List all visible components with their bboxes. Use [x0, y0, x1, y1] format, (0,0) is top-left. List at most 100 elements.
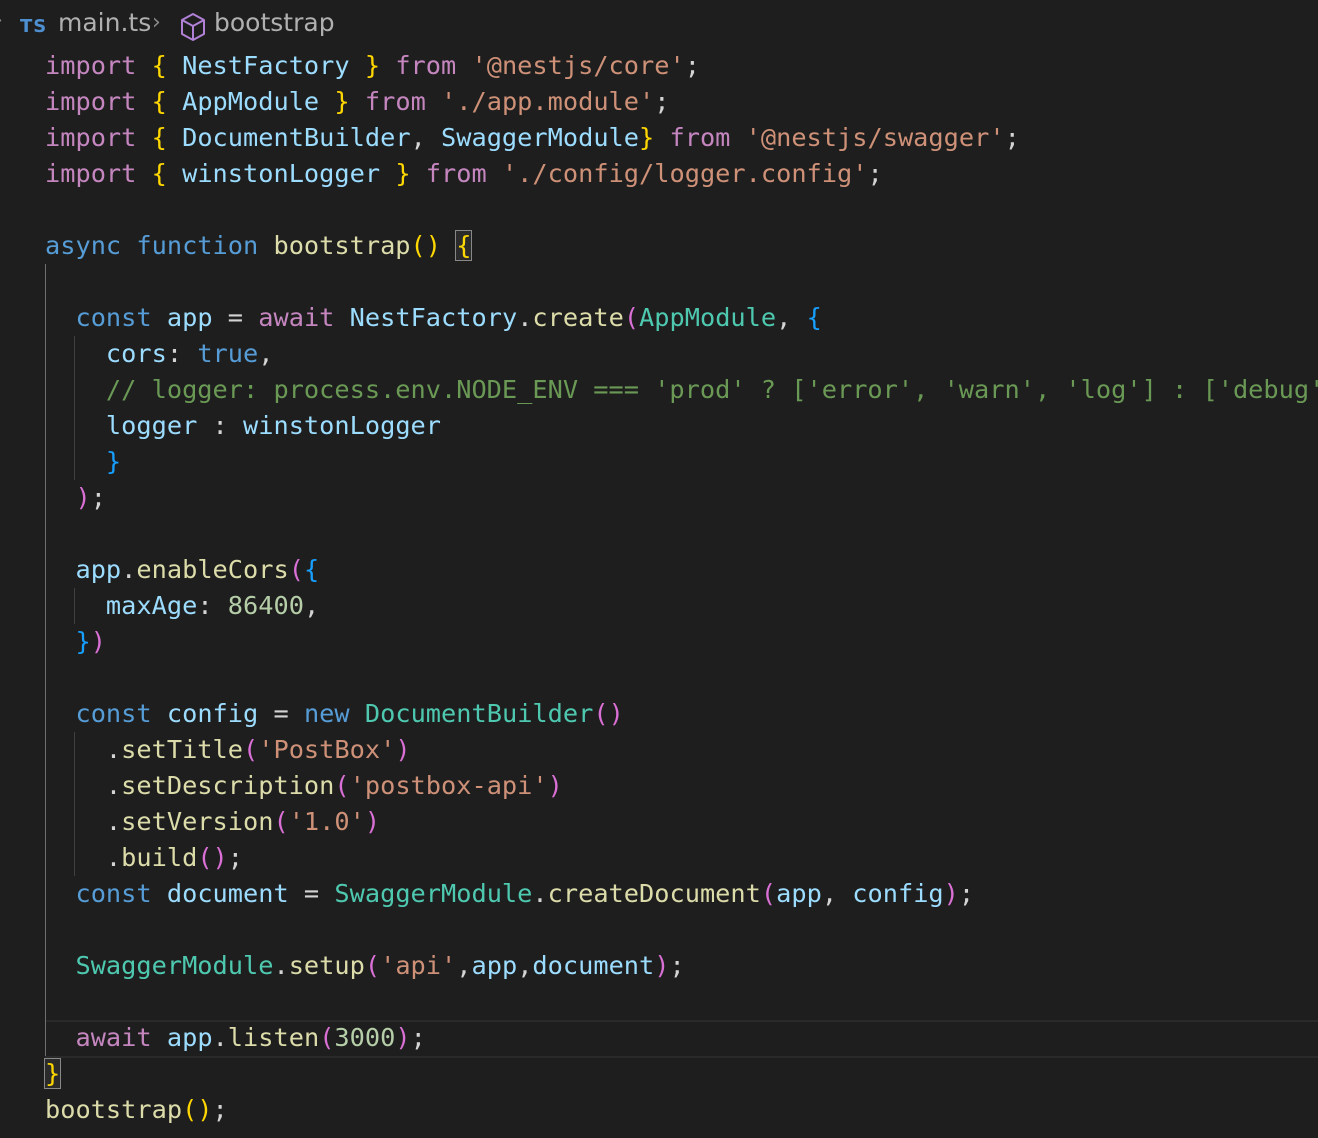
code-token: ( [243, 735, 259, 764]
code-line[interactable] [45, 984, 1318, 1020]
code-token: ( [364, 951, 381, 980]
code-token: NestFactory [182, 51, 350, 80]
code-line[interactable]: app.enableCors({ [45, 552, 1318, 588]
code-token: 'postbox-api' [349, 771, 548, 800]
breadcrumb-symbol[interactable]: bootstrap [214, 8, 335, 37]
code-line[interactable]: }) [45, 624, 1318, 660]
code-line[interactable]: async function bootstrap() { [45, 228, 1318, 264]
code-token: . [45, 735, 122, 764]
code-token: import [45, 123, 137, 152]
code-token: config [166, 699, 259, 728]
code-line[interactable]: const app = await NestFactory.create(App… [45, 300, 1318, 336]
code-line[interactable]: SwaggerModule.setup('api',app,document); [45, 948, 1318, 984]
code-token: , [410, 123, 442, 152]
code-token: AppModule [639, 303, 777, 332]
code-token: await [75, 1023, 152, 1052]
breadcrumb-file[interactable]: main.ts [58, 8, 151, 37]
code-line[interactable]: .setTitle('PostBox') [45, 732, 1318, 768]
code-line[interactable]: } [43, 1056, 1318, 1092]
code-token: ) [395, 735, 411, 764]
code-line[interactable]: ); [45, 480, 1318, 516]
code-line[interactable]: import { NestFactory } from '@nestjs/cor… [45, 48, 1318, 84]
code-token: DocumentBuilder [364, 699, 594, 728]
code-token: app [776, 879, 822, 908]
code-line[interactable] [45, 660, 1318, 696]
code-line[interactable]: await app.listen(3000); [45, 1020, 1318, 1056]
code-token: . [45, 843, 122, 872]
code-line[interactable] [45, 264, 1318, 300]
code-token: { [151, 159, 167, 188]
code-token: . [45, 771, 122, 800]
code-line[interactable]: const config = new DocumentBuilder() [45, 696, 1318, 732]
code-token: from [395, 51, 457, 80]
code-line[interactable]: .build(); [45, 840, 1318, 876]
code-token: } [334, 87, 350, 116]
code-token: { [303, 555, 320, 584]
code-line[interactable]: .setVersion('1.0') [45, 804, 1318, 840]
code-token: } [75, 627, 91, 656]
code-token: app [75, 555, 122, 584]
code-token: 'PostBox' [258, 735, 396, 764]
code-token: ( [288, 555, 304, 584]
code-token: logger [105, 411, 198, 440]
code-token: () [182, 1095, 213, 1124]
code-token: await [258, 303, 335, 332]
code-line[interactable]: bootstrap(); [45, 1092, 1318, 1128]
code-line[interactable]: import { DocumentBuilder, SwaggerModule}… [45, 120, 1318, 156]
code-line[interactable] [45, 912, 1318, 948]
code-token: , [517, 951, 533, 980]
code-editor[interactable]: import { NestFactory } from '@nestjs/cor… [43, 48, 1318, 1128]
code-line[interactable]: // logger: process.env.NODE_ENV === 'pro… [45, 372, 1318, 408]
code-line[interactable]: logger : winstonLogger [45, 408, 1318, 444]
code-token: SwaggerModule [75, 951, 274, 980]
code-token: 'api' [380, 951, 457, 980]
code-token: const [75, 879, 152, 908]
code-token: 3000 [334, 1023, 396, 1052]
code-token: '@nestjs/swagger' [745, 123, 1005, 152]
code-token: '@nestjs/core' [471, 51, 685, 80]
code-token: NestFactory [349, 303, 518, 332]
code-line[interactable]: .setDescription('postbox-api') [45, 768, 1318, 804]
code-token: build [121, 843, 198, 872]
code-token: document [166, 879, 289, 908]
code-token: maxAge [105, 591, 198, 620]
code-token: ) [395, 1023, 411, 1052]
code-line[interactable] [45, 192, 1318, 228]
code-token: () [410, 231, 442, 260]
code-token: ) [943, 879, 959, 908]
code-line[interactable]: const document = SwaggerModule.createDoc… [45, 876, 1318, 912]
code-token: ) [90, 627, 106, 656]
code-token: '1.0' [288, 807, 365, 836]
code-token: bootstrap [45, 1095, 183, 1124]
code-line[interactable] [45, 516, 1318, 552]
code-line[interactable]: cors: true, [45, 336, 1318, 372]
code-token: listen [227, 1023, 320, 1052]
code-token: ) [654, 951, 670, 980]
code-token: } [105, 447, 122, 476]
code-token: 86400 [227, 591, 304, 620]
code-line[interactable]: import { winstonLogger } from './config/… [45, 156, 1318, 192]
code-line[interactable]: maxAge: 86400, [45, 588, 1318, 624]
code-token: const [75, 699, 152, 728]
code-token: : [166, 339, 198, 368]
code-token: ; [654, 87, 670, 116]
code-token: AppModule [182, 87, 320, 116]
code-token: DocumentBuilder [182, 123, 411, 152]
code-line[interactable]: import { AppModule } from './app.module'… [45, 84, 1318, 120]
code-line[interactable]: } [45, 444, 1318, 480]
chevron-right-icon[interactable]: › [0, 8, 3, 33]
